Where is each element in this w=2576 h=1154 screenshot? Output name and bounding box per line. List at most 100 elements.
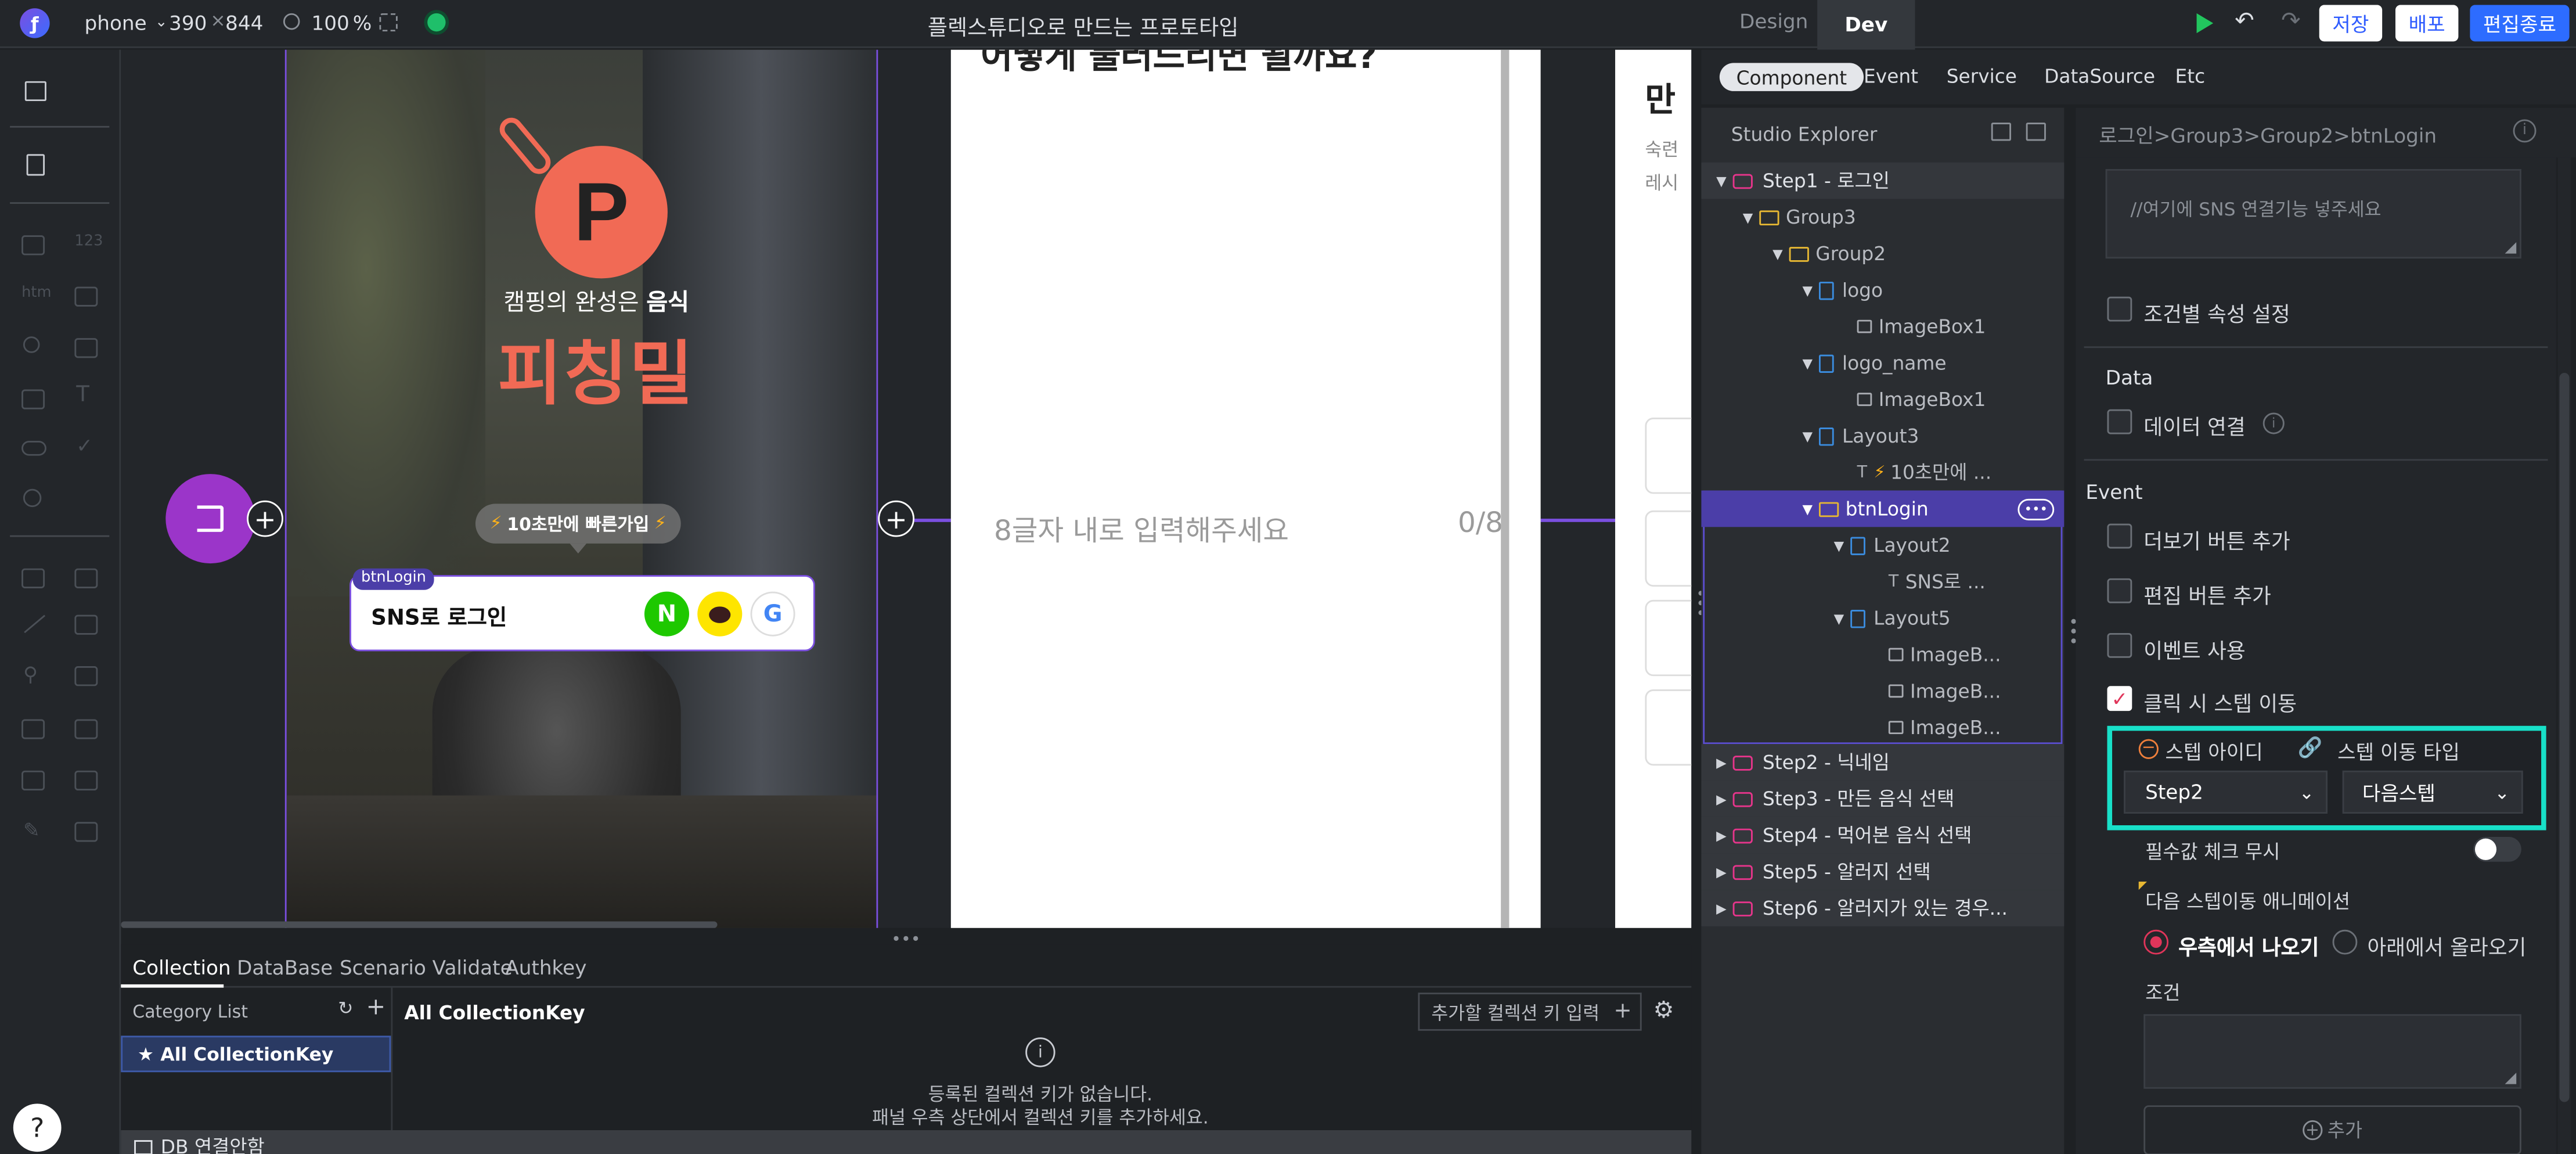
tree-row-step6[interactable]: ▶ Step6 - 알러지가 있는 경우... — [1701, 890, 2065, 927]
tree-row-step3[interactable]: ▶ Step3 - 만든 음식 선택 — [1701, 780, 2065, 817]
tree-row-group3[interactable]: ▼ Group3 — [1701, 199, 2064, 235]
tab-dev[interactable]: Dev — [1817, 0, 1915, 50]
logo-icon[interactable]: P — [535, 146, 668, 279]
tab-scenario-validate[interactable]: Scenario Validate — [340, 956, 513, 979]
tree-row-text[interactable]: T SNS로 ... — [1701, 563, 2064, 600]
deploy-button[interactable]: 배포 — [2395, 5, 2459, 42]
tree-row-imagebox[interactable]: ImageB... — [1701, 709, 2064, 746]
tree-row-step4[interactable]: ▶ Step4 - 먹어본 음식 선택 — [1701, 817, 2065, 854]
tab-collection[interactable]: Collection — [132, 956, 230, 979]
code-textarea[interactable]: //여기에 SNS 연결기능 넣주세요 ◢ — [2105, 169, 2521, 259]
tree-row-step2[interactable]: ▶ Step2 - 닉네임 — [1701, 744, 2065, 781]
tree-row-group2[interactable]: ▼ Group2 — [1701, 235, 2064, 272]
tree-row-step1[interactable]: ▼ Step1 - 로그인 — [1701, 162, 2065, 199]
add-category-icon[interactable]: + — [366, 994, 386, 1021]
number-icon[interactable]: 123 — [74, 233, 103, 250]
category-item-all[interactable]: ★ All CollectionKey — [121, 1036, 391, 1073]
play-icon[interactable] — [2196, 13, 2214, 34]
tab-database[interactable]: DataBase — [237, 956, 333, 979]
option-box[interactable] — [1645, 599, 1692, 677]
gallery-icon[interactable] — [21, 770, 45, 791]
pen-icon[interactable]: ✎ — [23, 819, 40, 842]
table-icon[interactable] — [74, 338, 98, 358]
step1-screen[interactable]: P 캠핑의 완성은 음식 피칭밀 ⚡ 10초만에 빠른가입 ⚡ SNS로 로그인… — [284, 49, 878, 928]
info-icon[interactable]: i — [2262, 412, 2285, 434]
subtab-service[interactable]: Service — [1947, 64, 2017, 88]
text-icon[interactable]: T — [76, 383, 89, 408]
tab-authkey[interactable]: Authkey — [505, 956, 586, 979]
redo-icon[interactable]: ↷ — [2281, 8, 2300, 35]
nickname-input[interactable]: 8글자 내로 입력해주세요 0/8 — [994, 507, 1524, 548]
condition-textarea[interactable]: ◢ — [2143, 1014, 2521, 1089]
step-id-select[interactable]: Step2 ⌄ — [2124, 770, 2328, 814]
line-icon[interactable] — [24, 614, 46, 634]
image-icon[interactable] — [74, 614, 98, 635]
option-box[interactable] — [1645, 689, 1692, 766]
panel-scrollbar[interactable] — [2557, 157, 2571, 1154]
more-button-checkbox[interactable] — [2107, 523, 2132, 549]
tree-row-imagebox[interactable]: ImageB... — [1701, 673, 2064, 709]
toggle-icon[interactable] — [21, 440, 46, 456]
required-skip-toggle[interactable] — [2473, 836, 2521, 862]
end-edit-button[interactable]: 편집종료 — [2470, 5, 2570, 42]
subtab-component[interactable]: Component — [1719, 63, 1864, 91]
step-entry-icon[interactable] — [165, 474, 255, 564]
media-icon[interactable] — [21, 719, 45, 739]
step2-screen[interactable]: 어떻게 불러드리면 될까요? 8글자 내로 입력해주세요 0/8 — [950, 49, 1541, 928]
list-icon[interactable] — [21, 389, 45, 409]
radio-icon[interactable] — [23, 488, 42, 508]
device-select[interactable]: phone ⌄ — [85, 12, 168, 35]
scrollbar[interactable] — [1501, 49, 1509, 928]
tree-row-step5[interactable]: ▶ Step5 - 알러지 선택 — [1701, 853, 2065, 890]
height-value[interactable]: 844 — [225, 12, 263, 35]
tree-row-imagebox[interactable]: ImageBox1 — [1701, 381, 2064, 418]
data-link-checkbox[interactable] — [2107, 409, 2132, 434]
tree-row-logo-name[interactable]: ▼ logo_name — [1701, 345, 2064, 382]
rectangle-icon[interactable] — [21, 235, 45, 256]
grid-icon[interactable] — [74, 666, 98, 686]
step3-screen[interactable]: 만 숙련 레시 — [1615, 49, 1692, 928]
design-canvas[interactable]: P 캠핑의 완성은 음식 피칭밀 ⚡ 10초만에 빠른가입 ⚡ SNS로 로그인… — [121, 49, 1692, 928]
edit-button-checkbox[interactable] — [2107, 578, 2132, 603]
tree-row-imagebox[interactable]: ImageB... — [1701, 637, 2064, 673]
option-box[interactable] — [1645, 510, 1692, 587]
tree-row-layout2[interactable]: ▼ Layout2 — [1701, 527, 2064, 563]
click-step-checkbox[interactable]: ✓ — [2107, 686, 2132, 711]
subtab-datasource[interactable]: DataSource — [2044, 64, 2155, 88]
refresh-icon[interactable]: ↻ — [338, 998, 353, 1019]
html-icon[interactable]: htm — [21, 285, 51, 302]
info-icon[interactable]: i — [2513, 119, 2537, 143]
fit-screen-icon[interactable] — [379, 13, 398, 32]
link-icon[interactable]: ⚲ — [23, 663, 38, 686]
tree-row-imagebox[interactable]: ImageBox1 — [1701, 308, 2064, 345]
h-scrollbar[interactable] — [121, 921, 718, 928]
tree-row-logo[interactable]: ▼ logo — [1701, 272, 2064, 308]
user-icon[interactable] — [74, 568, 98, 588]
tree-row-layout3[interactable]: ▼ Layout3 — [1701, 418, 2064, 454]
tab-design[interactable]: Design — [1739, 10, 1808, 33]
undo-icon[interactable]: ↶ — [2235, 8, 2254, 35]
cond-attr-checkbox[interactable] — [2107, 296, 2132, 322]
add-condition-button[interactable]: + 추가 — [2143, 1105, 2521, 1154]
add-step-before-icon[interactable]: + — [247, 500, 283, 537]
tree-row-layout5[interactable]: ▼ Layout5 — [1701, 600, 2064, 637]
folder-icon[interactable] — [74, 770, 98, 791]
save-button[interactable]: 저장 — [2319, 5, 2383, 42]
help-icon[interactable]: ? — [13, 1103, 62, 1152]
anim-right-radio[interactable] — [2143, 929, 2169, 955]
anim-bottom-radio[interactable] — [2332, 929, 2358, 955]
google-icon[interactable]: G — [750, 591, 795, 637]
subtab-event[interactable]: Event — [1864, 64, 1918, 88]
kakao-icon[interactable] — [697, 591, 743, 637]
quick-signup-badge[interactable]: ⚡ 10초만에 빠른가입 ⚡ — [475, 504, 681, 544]
input-icon[interactable] — [74, 286, 98, 307]
minus-circle-icon[interactable]: − — [2138, 739, 2159, 759]
app-logo-icon[interactable]: ƒ — [20, 8, 50, 38]
step-type-select[interactable]: 다음스텝 ⌄ — [2342, 770, 2523, 814]
layout-panel-icon[interactable] — [24, 81, 46, 102]
settings-gear-icon[interactable]: ⚙ — [1653, 998, 1674, 1024]
check-icon[interactable]: ✓ — [76, 434, 93, 458]
zoom-value[interactable]: 100 — [311, 12, 349, 35]
more-options-icon[interactable]: ••• — [2017, 498, 2055, 520]
option-box[interactable] — [1645, 418, 1692, 494]
